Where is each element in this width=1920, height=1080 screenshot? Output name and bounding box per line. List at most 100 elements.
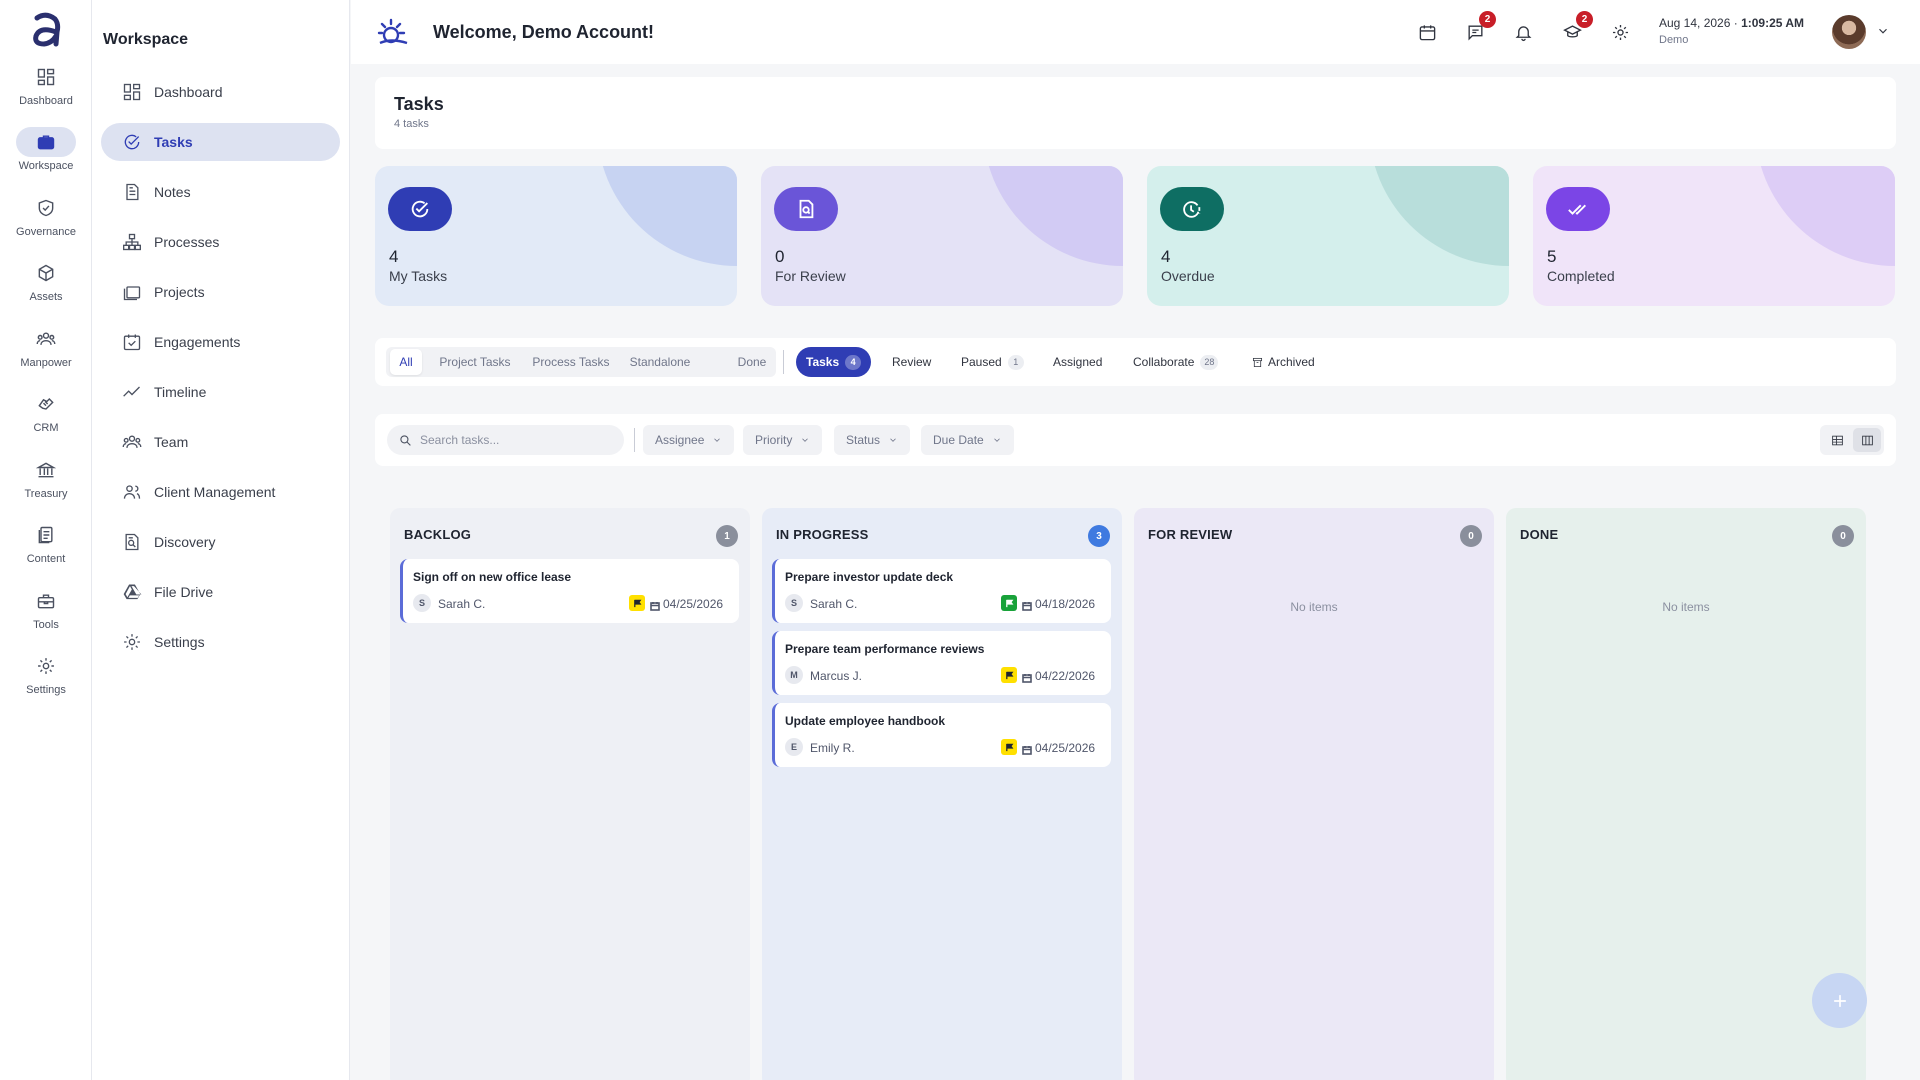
sidebar-item-client-management[interactable]: Client Management: [101, 473, 340, 511]
stat-card-my-tasks[interactable]: 4 My Tasks: [375, 166, 737, 306]
sidebar-item-file-drive[interactable]: File Drive: [101, 573, 340, 611]
stat-card-completed[interactable]: 5 Completed: [1533, 166, 1895, 306]
sidebar-item-timeline[interactable]: Timeline: [101, 373, 340, 411]
rail-item-content[interactable]: Content: [0, 520, 92, 578]
top-header: Welcome, Demo Account! 2 2 Aug 14, 2026 …: [351, 0, 1920, 64]
rail-item-tools[interactable]: Tools: [0, 586, 92, 644]
tab-standalone[interactable]: Standalone: [623, 347, 697, 377]
chevron-down-icon: [890, 438, 896, 442]
sidebar-item-label: Discovery: [154, 534, 216, 550]
rail-item-dashboard[interactable]: Dashboard: [0, 62, 92, 120]
table-view-button[interactable]: [1823, 428, 1851, 452]
search-document-icon: [799, 199, 814, 219]
calendar-check-icon: [123, 334, 141, 351]
rail-label: Assets: [29, 291, 63, 303]
rail-item-treasury[interactable]: Treasury: [0, 455, 92, 513]
priority-flag-icon: [1001, 739, 1017, 755]
dashboard-icon: [37, 68, 55, 86]
user-menu-toggle[interactable]: [1876, 24, 1890, 38]
column-title: IN PROGRESS: [776, 527, 869, 542]
due-date: 04/25/2026: [1035, 741, 1096, 755]
board-view-button[interactable]: [1853, 428, 1881, 452]
tab-paused[interactable]: Paused 1: [951, 347, 1034, 377]
sidebar-item-dashboard[interactable]: Dashboard: [101, 73, 340, 111]
sidebar-item-tasks[interactable]: Tasks: [101, 123, 340, 161]
sidebar-item-team[interactable]: Team: [101, 423, 340, 461]
sidebar-item-processes[interactable]: Processes: [101, 223, 340, 261]
trend-line-icon: [123, 386, 140, 397]
sidebar-item-label: Projects: [154, 284, 205, 300]
priority-flag-icon: [1001, 667, 1017, 683]
app-logo-icon[interactable]: [28, 10, 64, 50]
rail-item-workspace[interactable]: Workspace: [0, 127, 92, 185]
rail-item-governance[interactable]: Governance: [0, 193, 92, 251]
welcome-message: Welcome, Demo Account!: [433, 22, 655, 42]
tab-review[interactable]: Review: [882, 347, 941, 377]
rail-label: Settings: [26, 684, 66, 696]
tab-process-tasks[interactable]: Process Tasks: [526, 347, 616, 377]
assignee-name: Emily R.: [810, 741, 855, 755]
priority-filter[interactable]: Priority: [743, 425, 823, 455]
settings-button[interactable]: [1607, 19, 1633, 45]
learning-badge: 2: [1576, 11, 1593, 28]
sidebar-item-engagements[interactable]: Engagements: [101, 323, 340, 361]
cube-icon: [38, 264, 54, 282]
rail-label: Tools: [33, 619, 59, 631]
page-header-card: Tasks 4 tasks: [375, 77, 1896, 149]
tab-label: Tasks: [806, 355, 840, 369]
search-input[interactable]: [420, 433, 610, 447]
rail-item-settings[interactable]: Settings: [0, 651, 92, 709]
calendar-icon: [1022, 598, 1032, 611]
assignee-name: Sarah C.: [810, 597, 858, 611]
sidebar-item-discovery[interactable]: Discovery: [101, 523, 340, 561]
task-card[interactable]: Update employee handbook E Emily R. 04/2…: [772, 703, 1111, 767]
tab-assigned[interactable]: Assigned: [1043, 347, 1112, 377]
sidebar-item-notes[interactable]: Notes: [101, 173, 340, 211]
sidebar-item-label: Settings: [154, 634, 205, 650]
calendar-button[interactable]: [1414, 19, 1440, 45]
priority-flag-icon: [1001, 595, 1017, 611]
current-date: Aug 14, 2026: [1659, 16, 1731, 30]
messages-badge: 2: [1479, 11, 1496, 28]
team-icon: [122, 435, 142, 448]
due-date-filter[interactable]: Due Date: [921, 425, 1014, 455]
sidebar-item-label: Timeline: [154, 384, 207, 400]
tab-done[interactable]: Done: [731, 347, 773, 377]
check-circle-icon: [124, 134, 140, 150]
tab-project-tasks[interactable]: Project Tasks: [432, 347, 518, 377]
rail-item-crm[interactable]: CRM: [0, 389, 92, 447]
stat-card-overdue[interactable]: 4 Overdue: [1147, 166, 1509, 306]
task-card[interactable]: Prepare team performance reviews M Marcu…: [772, 631, 1111, 695]
chevron-down-icon: [802, 438, 809, 442]
task-card[interactable]: Prepare investor update deck S Sarah C. …: [772, 559, 1111, 623]
chevron-down-icon: [1879, 28, 1887, 34]
tab-collaborate[interactable]: Collaborate 28: [1123, 347, 1228, 377]
sidebar-item-label: Client Management: [154, 484, 276, 500]
tab-label: Archived: [1268, 355, 1315, 369]
stat-card-for-review[interactable]: 0 For Review: [761, 166, 1123, 306]
sidebar-item-projects[interactable]: Projects: [101, 273, 340, 311]
tab-all[interactable]: All: [390, 349, 422, 375]
stat-label: Overdue: [1161, 268, 1215, 284]
user-avatar[interactable]: [1832, 15, 1866, 49]
gear-icon: [38, 658, 54, 674]
calendar-icon: [650, 598, 660, 611]
notifications-button[interactable]: [1510, 19, 1536, 45]
assignee-filter[interactable]: Assignee: [643, 425, 735, 455]
learning-button[interactable]: 2: [1559, 11, 1593, 45]
task-card[interactable]: Sign off on new office lease S Sarah C. …: [400, 559, 739, 623]
rail-item-assets[interactable]: Assets: [0, 258, 92, 316]
calendar-icon: [1022, 742, 1032, 755]
sidebar-item-settings[interactable]: Settings: [101, 623, 340, 661]
rail-item-manpower[interactable]: Manpower: [0, 324, 92, 382]
filter-label: Priority: [755, 433, 793, 447]
tab-tasks[interactable]: Tasks 4: [796, 347, 872, 377]
tab-count: 28: [1200, 354, 1219, 370]
messages-button[interactable]: 2: [1462, 11, 1496, 45]
status-filter[interactable]: Status: [834, 425, 911, 455]
kanban-icon: [1861, 435, 1873, 445]
tab-archived[interactable]: Archived: [1242, 347, 1325, 377]
add-task-button[interactable]: [1812, 973, 1867, 1028]
shield-check-icon: [38, 199, 54, 217]
page-subtitle: 4 tasks: [394, 118, 429, 130]
